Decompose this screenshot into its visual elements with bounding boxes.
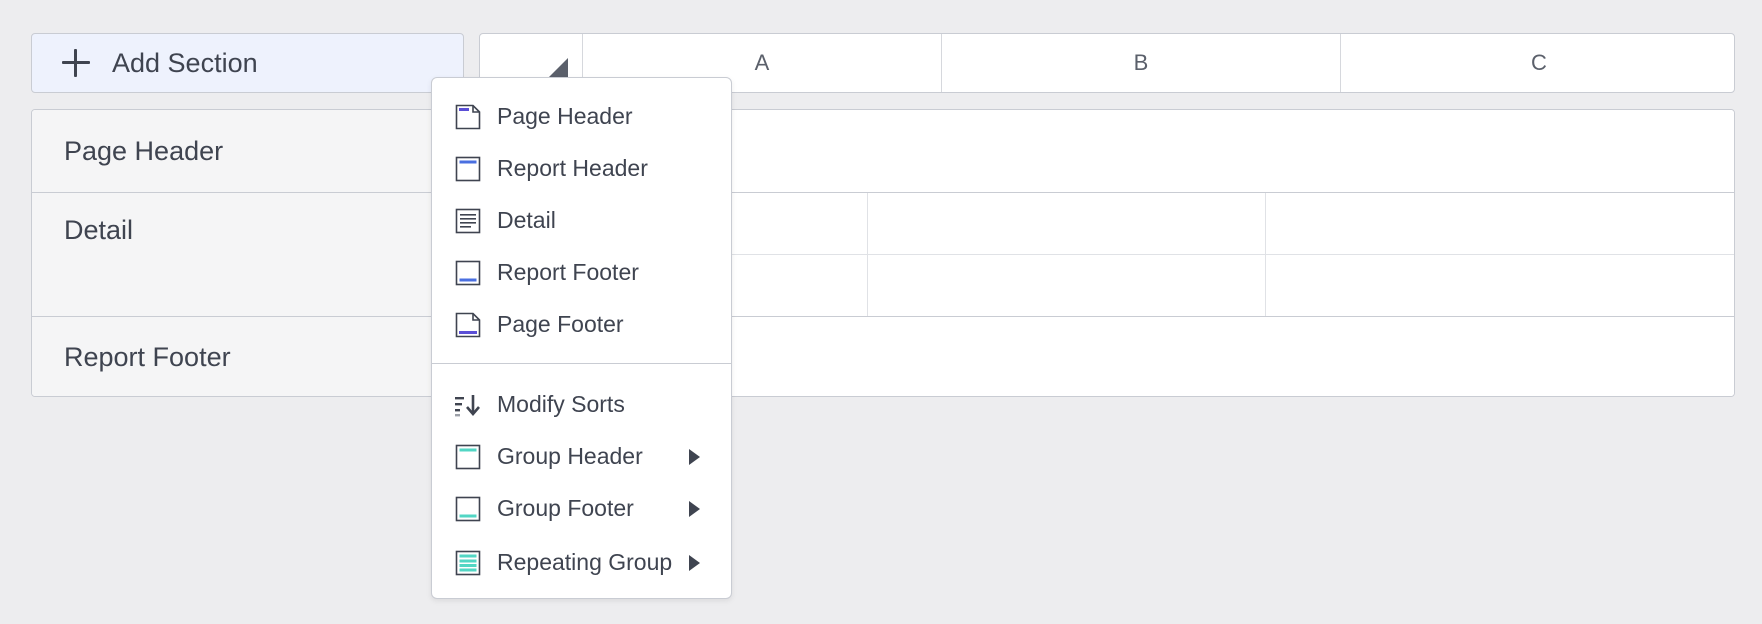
sort-icon bbox=[455, 395, 480, 417]
menu-item-label: Page Footer bbox=[497, 310, 624, 337]
menu-item-group-footer[interactable]: Group Footer bbox=[432, 485, 731, 531]
repeating-group-icon bbox=[455, 550, 481, 576]
menu-item-label: Group Header bbox=[497, 442, 643, 469]
menu-item-label: Report Footer bbox=[497, 258, 639, 285]
menu-item-repeating-group[interactable]: Repeating Group bbox=[432, 539, 731, 585]
section-row-detail: Detail bbox=[32, 193, 1734, 317]
plus-icon bbox=[62, 49, 90, 77]
submenu-arrow-icon bbox=[689, 449, 700, 465]
page-header-icon bbox=[455, 104, 481, 130]
menu-item-detail[interactable]: Detail bbox=[432, 197, 731, 243]
menu-item-page-footer[interactable]: Page Footer bbox=[432, 301, 731, 347]
add-section-button[interactable]: Add Section bbox=[31, 33, 464, 93]
submenu-arrow-icon bbox=[689, 501, 700, 517]
menu-item-report-header[interactable]: Report Header bbox=[432, 145, 731, 191]
report-footer-icon bbox=[455, 260, 481, 286]
add-section-label: Add Section bbox=[112, 47, 258, 78]
detail-icon bbox=[455, 208, 481, 234]
menu-item-label: Detail bbox=[497, 206, 556, 233]
menu-item-label: Group Footer bbox=[497, 494, 634, 521]
section-row-page-header: Page Header bbox=[32, 110, 1734, 193]
menu-item-modify-sorts[interactable]: Modify Sorts bbox=[432, 381, 731, 427]
menu-item-report-footer[interactable]: Report Footer bbox=[432, 249, 731, 295]
report-designer: Add Section A B C Page Header Detail Rep… bbox=[0, 0, 1762, 624]
group-footer-icon bbox=[455, 496, 481, 522]
section-label-page-header[interactable]: Page Header bbox=[32, 110, 447, 192]
group-header-icon bbox=[455, 444, 481, 470]
column-header-c[interactable]: C bbox=[1341, 34, 1737, 92]
corner-triangle-icon bbox=[548, 58, 568, 78]
report-header-icon bbox=[455, 156, 481, 182]
menu-item-page-header[interactable]: Page Header bbox=[432, 93, 731, 139]
menu-item-label: Repeating Group bbox=[497, 548, 673, 575]
column-header-b[interactable]: B bbox=[942, 34, 1341, 92]
page-footer-icon bbox=[455, 312, 481, 338]
submenu-arrow-icon bbox=[689, 555, 700, 571]
section-label-detail[interactable]: Detail bbox=[32, 193, 447, 316]
add-section-menu: Page Header Report Header Detail Report … bbox=[431, 77, 732, 599]
menu-item-label: Page Header bbox=[497, 102, 633, 129]
menu-item-label: Modify Sorts bbox=[497, 390, 625, 417]
menu-item-group-header[interactable]: Group Header bbox=[432, 433, 731, 479]
section-label-report-footer[interactable]: Report Footer bbox=[32, 317, 447, 396]
sections-table: Page Header Detail Report Footer bbox=[31, 109, 1735, 397]
section-row-report-footer: Report Footer bbox=[32, 317, 1734, 396]
menu-divider bbox=[432, 363, 731, 364]
menu-item-label: Report Header bbox=[497, 154, 648, 181]
